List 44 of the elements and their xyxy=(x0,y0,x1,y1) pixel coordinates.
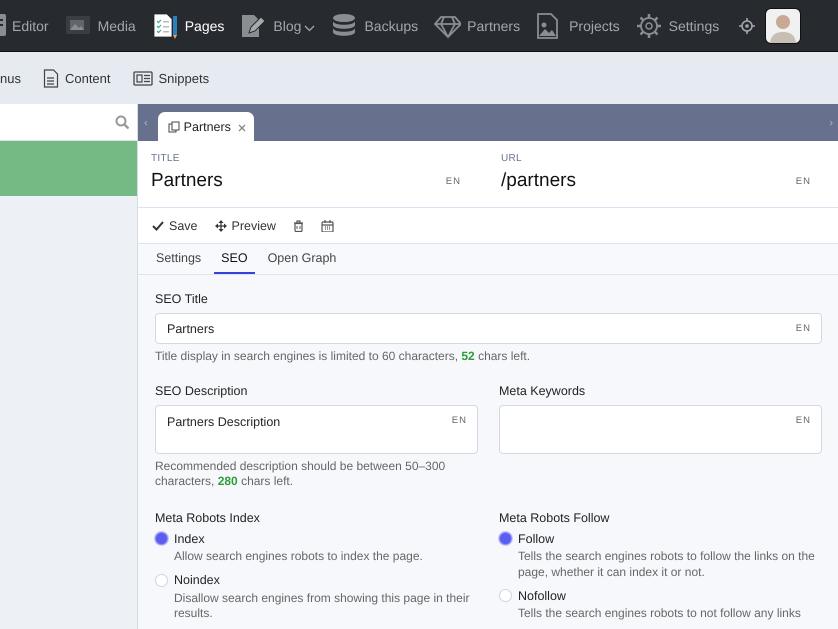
option-description: Tells the search engines robots to follow the links on the page, whether it can index it or not. xyxy=(517,549,816,580)
section-tab[interactable]: Settings xyxy=(149,244,208,274)
nav-item[interactable]: Settings xyxy=(636,12,720,38)
text-area[interactable]: Partners Description EN xyxy=(155,405,478,454)
option-label[interactable]: Follow xyxy=(518,532,554,546)
nav-link[interactable]: nus xyxy=(0,70,21,86)
input-field[interactable]: Partners EN xyxy=(155,313,822,344)
option-description: Disallow search engines from showing this page in their results. xyxy=(173,590,470,622)
text-area[interactable]: EN xyxy=(499,405,822,454)
nav-item[interactable]: Partners xyxy=(434,12,520,38)
nav-item[interactable]: Projects xyxy=(536,12,620,38)
field-label: SEO Title xyxy=(155,292,209,306)
nav-item[interactable]: Editor xyxy=(0,12,49,38)
title-input[interactable]: Partners EN xyxy=(151,170,488,192)
option-label[interactable]: Index xyxy=(174,532,205,546)
nav-item[interactable]: Media xyxy=(64,12,136,38)
nav-link[interactable]: Snippets xyxy=(132,70,210,86)
field-label: Meta Robots Follow xyxy=(499,511,610,525)
nav-link[interactable]: Content xyxy=(42,68,111,88)
option-label[interactable]: Nofollow xyxy=(518,588,566,602)
section-tab[interactable]: Open Graph xyxy=(260,244,344,274)
field-label: TITLE xyxy=(151,153,181,164)
option-description: Allow search engines robots to index the page. xyxy=(173,549,424,564)
help-text: Recommended description should be between 50–300 characters, 280 chars left. xyxy=(155,459,446,489)
title-input[interactable]: /partners EN xyxy=(501,170,838,192)
language-tag: EN xyxy=(796,415,811,426)
editor-tab[interactable]: Partners xyxy=(158,112,254,141)
language-tag: EN xyxy=(452,415,467,426)
save-button[interactable]: Save xyxy=(152,218,198,232)
field-label: URL xyxy=(501,153,523,164)
field-label: Meta Keywords xyxy=(499,384,586,398)
language-tag: EN xyxy=(796,176,811,186)
nav-item[interactable]: Backups xyxy=(331,12,418,38)
section-tab[interactable]: SEO xyxy=(214,244,255,274)
field-label: SEO Description xyxy=(155,384,248,398)
field-label: Meta Robots Index xyxy=(155,511,261,525)
language-tag: EN xyxy=(796,323,811,334)
language-tag: EN xyxy=(446,176,461,186)
option-label[interactable]: Noindex xyxy=(174,573,220,587)
preview-button[interactable]: Preview xyxy=(214,218,276,232)
nav-item[interactable]: Pages xyxy=(152,12,224,38)
option-description: Tells the search engines robots to not follow any links xyxy=(517,606,802,622)
nav-item[interactable]: Blog xyxy=(240,12,316,38)
help-text: Title display in search engines is limited to 60 characters, 52 chars left. xyxy=(155,349,532,364)
